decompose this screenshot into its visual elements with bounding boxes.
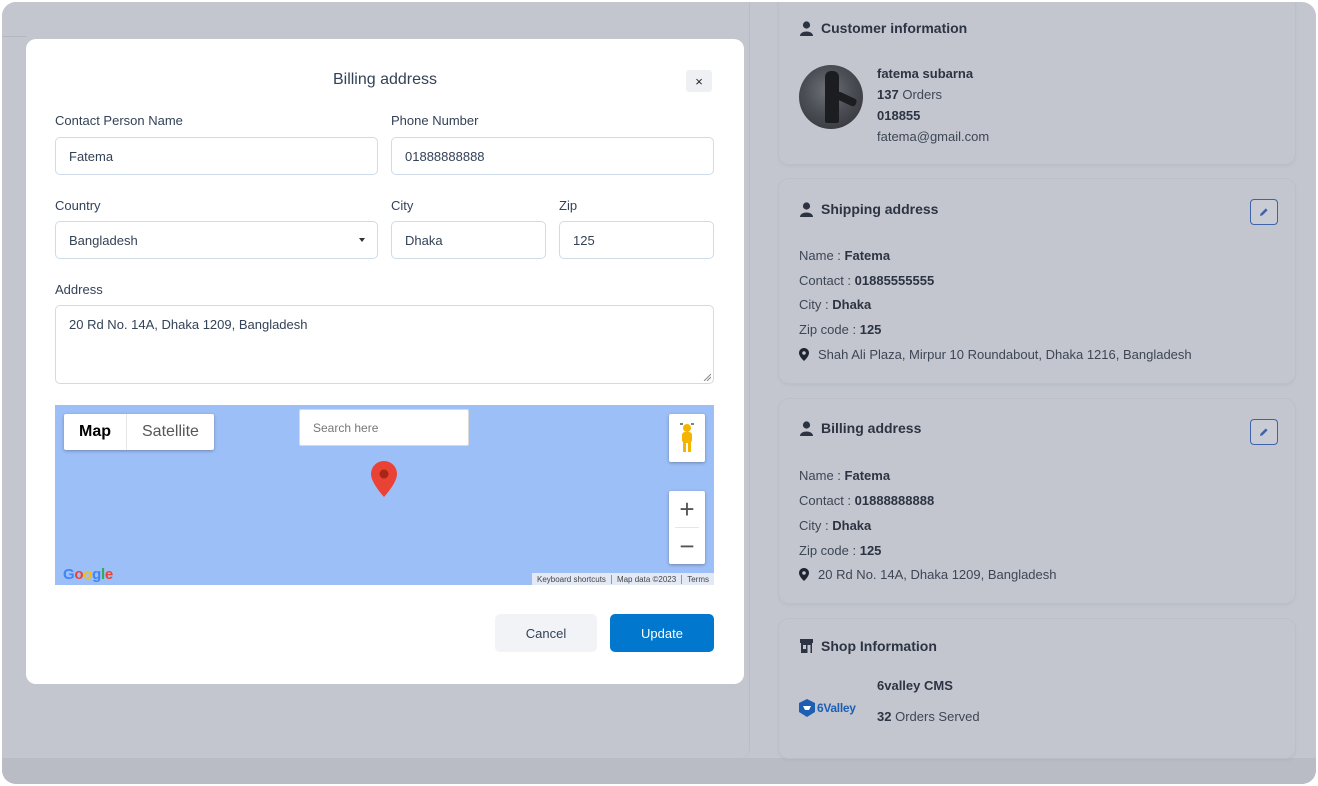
map-widget[interactable]: Map Satellite Search here + − Google Key…: [55, 405, 714, 585]
shop-name: 6valley CMS: [877, 678, 953, 693]
pencil-icon: [1260, 428, 1268, 436]
shop-info-card: Shop Information 6Valley 6valley CMS 32 …: [779, 619, 1295, 758]
city-label: City: [391, 198, 414, 213]
satellite-tab[interactable]: Satellite: [127, 414, 214, 450]
shop-header: Shop Information: [799, 638, 937, 654]
google-logo[interactable]: Google: [63, 566, 113, 583]
shipping-address-card: Shipping address Name : Fatema Contact :…: [779, 179, 1295, 383]
edit-shipping-button[interactable]: [1250, 199, 1278, 225]
billing-address-modal: Billing address × Contact Person Name Fa…: [26, 39, 744, 684]
shield-icon: [799, 699, 815, 717]
edit-billing-button[interactable]: [1250, 419, 1278, 445]
resize-handle-icon[interactable]: [703, 373, 711, 381]
map-attribution: Keyboard shortcuts Map data ©2023 Terms: [532, 573, 714, 585]
customer-info-header: Customer information: [799, 20, 967, 36]
modal-title: Billing address: [332, 71, 438, 88]
city-input[interactable]: Dhaka: [391, 221, 546, 259]
billing-address-card: Billing address Name : Fatema Contact : …: [779, 399, 1295, 603]
zoom-control: + −: [669, 491, 705, 564]
cancel-button[interactable]: Cancel: [495, 614, 597, 652]
map-tab[interactable]: Map: [64, 414, 127, 450]
location-pin-icon: [799, 348, 809, 361]
billing-name: Name : Fatema: [799, 468, 891, 483]
chevron-down-icon: [359, 238, 365, 242]
customer-orders: 137 Orders: [877, 87, 943, 102]
keyboard-shortcuts-link[interactable]: Keyboard shortcuts: [532, 575, 611, 584]
shop-logo: 6Valley: [799, 699, 856, 717]
shipping-zip: Zip code : 125: [799, 322, 882, 337]
street-view-pegman-icon[interactable]: [669, 414, 705, 462]
update-button[interactable]: Update: [610, 614, 714, 652]
phone-label: Phone Number: [391, 113, 479, 128]
map-data-text: Map data ©2023: [610, 574, 681, 584]
store-icon: [799, 638, 813, 654]
country-select[interactable]: Bangladesh: [55, 221, 378, 259]
contact-name-input[interactable]: Fatema: [55, 137, 378, 175]
shop-orders: 32 Orders Served: [877, 709, 980, 724]
footer-strip: [2, 758, 1316, 784]
country-select-value: Bangladesh: [69, 232, 138, 248]
user-icon: [799, 420, 813, 436]
customer-email: fatema@gmail.com: [877, 129, 990, 144]
zoom-out-button[interactable]: −: [669, 528, 705, 564]
billing-zip: Zip code : 125: [799, 543, 882, 558]
zoom-in-button[interactable]: +: [669, 491, 705, 527]
customer-info-card: Customer information fatema subarna 137 …: [779, 2, 1295, 164]
pencil-icon: [1260, 208, 1268, 216]
map-search-input[interactable]: Search here: [299, 409, 469, 446]
location-pin-icon: [799, 568, 809, 581]
customer-info-title: Customer information: [821, 20, 968, 36]
billing-title: Billing address: [821, 420, 922, 436]
divider: [2, 36, 26, 37]
billing-header: Billing address: [799, 420, 921, 436]
shipping-address: Shah Ali Plaza, Mirpur 10 Roundabout, Dh…: [799, 347, 1192, 362]
zip-label: Zip: [559, 198, 578, 213]
phone-input[interactable]: 01888888888: [391, 137, 714, 175]
shipping-contact: Contact : 01885555555: [799, 273, 935, 288]
app-frame: Customer information fatema subarna 137 …: [2, 2, 1316, 784]
customer-phone: 018855: [877, 108, 921, 123]
billing-contact: Contact : 01888888888: [799, 493, 935, 508]
close-button[interactable]: ×: [686, 70, 712, 92]
zip-input[interactable]: 125: [559, 221, 714, 259]
shop-title: Shop Information: [821, 638, 937, 654]
billing-address: 20 Rd No. 14A, Dhaka 1209, Bangladesh: [799, 567, 1057, 582]
terms-link[interactable]: Terms: [681, 574, 714, 584]
address-textarea[interactable]: 20 Rd No. 14A, Dhaka 1209, Bangladesh: [55, 305, 714, 384]
shipping-city: City : Dhaka: [799, 297, 872, 312]
country-label: Country: [55, 198, 101, 213]
user-icon: [799, 201, 813, 217]
map-marker-icon[interactable]: [371, 461, 397, 502]
customer-avatar: [799, 65, 863, 129]
shipping-name: Name : Fatema: [799, 248, 891, 263]
address-label: Address: [55, 282, 103, 297]
billing-city: City : Dhaka: [799, 518, 872, 533]
address-textarea-value: 20 Rd No. 14A, Dhaka 1209, Bangladesh: [69, 317, 308, 332]
user-icon: [799, 20, 813, 36]
shipping-header: Shipping address: [799, 201, 938, 217]
contact-name-label: Contact Person Name: [55, 113, 183, 128]
customer-name: fatema subarna: [877, 66, 974, 81]
map-type-control: Map Satellite: [64, 414, 214, 450]
shipping-title: Shipping address: [821, 201, 939, 217]
